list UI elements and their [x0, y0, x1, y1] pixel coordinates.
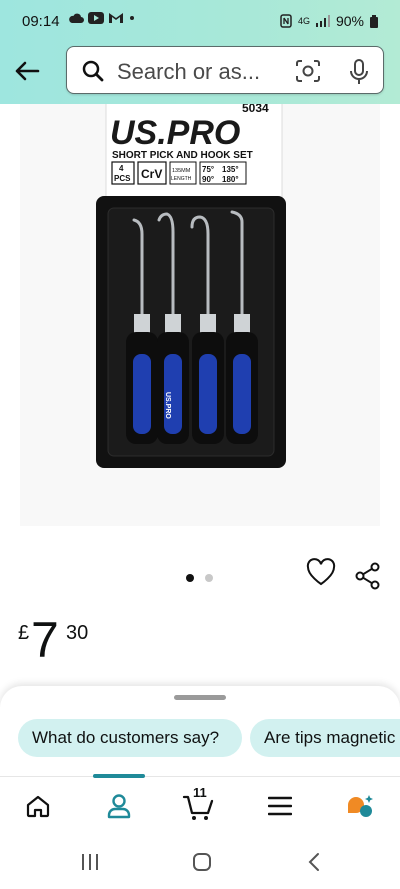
status-bar: 09:14 4G 90%: [0, 0, 400, 44]
camera-scan-icon[interactable]: [295, 59, 321, 83]
model-number: 5034: [242, 104, 269, 115]
angle-3: 90°: [202, 175, 214, 184]
product-photo: 5034 US.PRO SHORT PICK AND HOOK SET 4 PC…: [96, 104, 286, 468]
image-carousel-indicator: [0, 568, 400, 588]
angle-4: 180°: [222, 175, 239, 184]
home-square-icon: [193, 853, 211, 871]
handle-brand: US.PRO: [164, 392, 171, 419]
nav-menu[interactable]: [260, 789, 300, 823]
angle-1: 75°: [202, 165, 214, 174]
search-icon: [82, 60, 104, 82]
recent-apps-button[interactable]: [78, 850, 102, 874]
share-icon: [355, 562, 380, 590]
chevron-left-icon: [308, 853, 319, 871]
share-button[interactable]: [354, 562, 384, 592]
account-icon: [107, 794, 131, 819]
cart-count: 11: [193, 785, 207, 800]
badge-material: CrV: [141, 167, 162, 181]
badge-length: 135MM: [172, 168, 191, 174]
suggestion-chip[interactable]: Are tips magnetic: [250, 719, 400, 757]
cloud-icon: [69, 13, 84, 23]
mic-icon[interactable]: [349, 59, 369, 85]
back-system-button[interactable]: [302, 850, 326, 874]
nav-rufus[interactable]: [340, 789, 380, 823]
sheet-drag-handle[interactable]: [174, 695, 226, 700]
price-whole: 7: [31, 612, 59, 668]
price-currency: £: [18, 622, 30, 644]
menu-icon: [268, 796, 292, 816]
angle-2: 135°: [222, 165, 239, 174]
nfc-icon: [280, 14, 292, 28]
network-type: 4G: [297, 16, 310, 26]
wishlist-button[interactable]: [306, 558, 338, 590]
nav-home[interactable]: [18, 789, 58, 823]
rufus-icon: [348, 795, 373, 817]
carousel-dot-active[interactable]: [186, 574, 194, 582]
heart-icon: [306, 558, 336, 586]
badge-length-label: LENGTH: [171, 176, 192, 182]
back-arrow-icon: [15, 61, 40, 81]
badge-pieces-number: 4: [119, 164, 124, 173]
home-system-button[interactable]: [190, 850, 214, 874]
badge-pieces-label: PCS: [114, 174, 131, 183]
recent-apps-icon: [82, 854, 98, 870]
home-icon: [26, 795, 50, 818]
app-header: Search or as...: [0, 44, 400, 104]
youtube-icon: [88, 12, 104, 24]
signal-icon: [315, 15, 330, 27]
nav-account[interactable]: [99, 789, 139, 823]
brand-logo: US.PRO: [110, 114, 240, 152]
carousel-dot[interactable]: [205, 574, 213, 582]
more-dot-icon: [130, 16, 134, 20]
search-input[interactable]: Search or as...: [117, 59, 260, 85]
gmail-icon: [109, 13, 123, 23]
bottom-navigation: 11: [0, 774, 400, 833]
suggestion-sheet: What do customers say? Are tips magnetic: [0, 686, 400, 778]
price-fraction: 30: [66, 622, 89, 644]
active-tab-indicator: [93, 774, 145, 778]
back-button[interactable]: [10, 54, 44, 88]
suggestion-chip[interactable]: What do customers say?: [18, 719, 242, 757]
notification-icons: [68, 12, 136, 24]
battery-percent: 90%: [335, 13, 364, 29]
product-name: SHORT PICK AND HOOK SET: [112, 150, 253, 161]
search-bar[interactable]: Search or as...: [66, 46, 384, 94]
status-right: 4G 90%: [280, 13, 378, 29]
status-time: 09:14: [22, 13, 60, 30]
battery-icon: [370, 14, 378, 28]
nav-cart[interactable]: 11: [179, 785, 219, 823]
system-navigation-bar: [0, 832, 400, 889]
product-image[interactable]: 5034 US.PRO SHORT PICK AND HOOK SET 4 PC…: [20, 104, 380, 526]
